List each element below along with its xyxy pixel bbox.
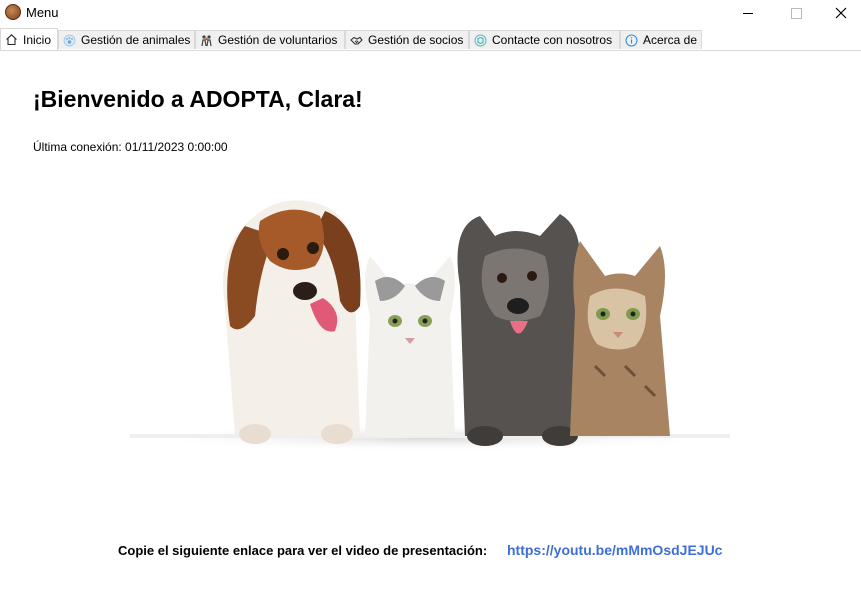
window-title: Menu <box>26 5 59 20</box>
tab-label: Gestión de socios <box>368 33 464 47</box>
video-instruction-text: Copie el siguiente enlace para ver el vi… <box>118 543 488 558</box>
maximize-button[interactable] <box>773 0 819 26</box>
minimize-button[interactable] <box>725 0 771 26</box>
tab-strip: Inicio Gestión de animales Gestión de vo… <box>0 28 861 51</box>
handshake-icon <box>350 34 363 47</box>
tab-acerca-de[interactable]: Acerca de <box>620 30 702 49</box>
maximize-icon <box>790 7 802 19</box>
home-icon <box>5 33 18 46</box>
tab-label: Contacte con nosotros <box>492 33 613 47</box>
grey-cat <box>365 256 455 436</box>
minimize-icon <box>743 12 753 14</box>
close-icon <box>835 7 847 19</box>
last-login-text: Última conexión: 01/11/2023 0:00:00 <box>33 140 228 154</box>
close-button[interactable] <box>818 0 861 26</box>
tab-label: Gestión de animales <box>81 33 191 47</box>
tab-label: Gestión de voluntarios <box>218 33 338 47</box>
tab-contacte[interactable]: Contacte con nosotros <box>469 30 620 49</box>
dog-logo-icon <box>5 4 21 20</box>
paw-icon <box>63 34 76 47</box>
title-bar: Menu <box>0 0 861 26</box>
tab-gestion-voluntarios[interactable]: Gestión de voluntarios <box>195 30 345 49</box>
tab-label: Acerca de <box>643 33 698 47</box>
dogs-and-cats-photo <box>130 200 730 452</box>
grey-dog <box>457 214 580 446</box>
video-link[interactable]: https://youtu.be/mMmOsdJEJUc <box>507 542 722 558</box>
tab-gestion-animales[interactable]: Gestión de animales <box>58 30 195 49</box>
tab-gestion-socios[interactable]: Gestión de socios <box>345 30 469 49</box>
brown-dog <box>223 200 361 444</box>
tab-inicio[interactable]: Inicio <box>0 28 58 50</box>
volunteers-icon <box>200 34 213 47</box>
tabby-cat <box>570 241 670 436</box>
info-icon <box>625 34 638 47</box>
welcome-heading: ¡Bienvenido a ADOPTA, Clara! <box>33 86 363 112</box>
tab-label: Inicio <box>23 32 52 47</box>
contact-icon <box>474 34 487 47</box>
